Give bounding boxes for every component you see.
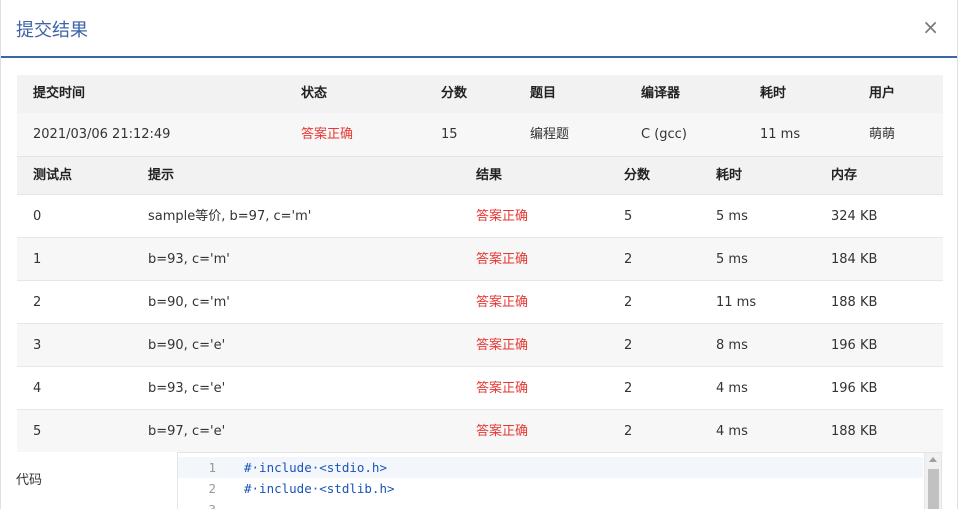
submission-problem: 编程题 [530, 127, 570, 142]
testcase-score: 5 [624, 209, 633, 224]
testcase-duration: 4 ms [716, 381, 748, 396]
testcase-id: 0 [33, 209, 42, 224]
line-number: 2 [208, 481, 216, 496]
testcase-header-memory: 内存 [831, 168, 858, 183]
testcase-memory: 196 KB [831, 338, 878, 353]
table-row: 0 sample等价, b=97, c='m' 答案正确 5 5 ms 324 … [17, 194, 943, 237]
results-table: 提交时间 状态 分数 题目 编译器 耗时 用户 2021/03/06 21:12… [17, 75, 943, 452]
table-row: 1 b=93, c='m' 答案正确 2 5 ms 184 KB [17, 237, 943, 280]
code-label: 代码 [16, 473, 43, 488]
code-line: 2 #·include·<stdlib.h> [178, 478, 923, 499]
modal-title: 提交结果 [16, 20, 88, 41]
testcase-score: 2 [624, 295, 633, 310]
testcase-id: 5 [33, 424, 42, 439]
close-icon[interactable]: × [922, 14, 939, 40]
testcase-header-result: 结果 [476, 168, 503, 183]
testcase-result: 答案正确 [476, 252, 529, 267]
testcase-hint: b=90, c='e' [148, 338, 226, 353]
testcase-duration: 4 ms [716, 424, 748, 439]
testcase-score: 2 [624, 381, 633, 396]
code-scrollbar[interactable] [924, 453, 941, 509]
code-line: 3 [178, 499, 923, 509]
summary-header-score: 分数 [441, 86, 468, 101]
table-row: 5 b=97, c='e' 答案正确 2 4 ms 188 KB [17, 409, 943, 452]
submission-status: 答案正确 [301, 127, 354, 142]
submission-duration: 11 ms [760, 127, 801, 142]
testcase-id: 2 [33, 295, 42, 310]
code-text: #·include·<stdio.h> [244, 460, 387, 475]
testcase-memory: 188 KB [831, 424, 878, 439]
submission-result-modal: 提交结果 × 提交时间 状态 分数 题目 编译器 耗时 用户 2021/03/0… [0, 0, 958, 509]
table-row: 4 b=93, c='e' 答案正确 2 4 ms 196 KB [17, 366, 943, 409]
testcase-header-duration: 耗时 [716, 168, 743, 183]
code-editor[interactable]: 1 #·include·<stdio.h> 2 #·include·<stdli… [177, 452, 942, 509]
line-number: 1 [208, 460, 216, 475]
testcase-score: 2 [624, 338, 633, 353]
testcase-score: 2 [624, 252, 633, 267]
testcase-header-hint: 提示 [148, 168, 175, 183]
testcase-id: 4 [33, 381, 42, 396]
testcase-result: 答案正确 [476, 338, 529, 353]
testcase-hint: b=90, c='m' [148, 295, 230, 310]
scrollbar-thumb[interactable] [928, 469, 939, 509]
testcase-header-row: 测试点 提示 结果 分数 耗时 内存 [17, 156, 943, 194]
table-row: 3 b=90, c='e' 答案正确 2 8 ms 196 KB [17, 323, 943, 366]
testcase-memory: 324 KB [831, 209, 878, 224]
code-text: #·include·<stdlib.h> [244, 481, 395, 496]
testcase-id: 3 [33, 338, 42, 353]
summary-header-duration: 耗时 [760, 86, 787, 101]
code-line: 1 #·include·<stdio.h> [178, 457, 923, 478]
summary-header-compiler: 编译器 [641, 86, 681, 101]
testcase-duration: 8 ms [716, 338, 748, 353]
summary-header-row: 提交时间 状态 分数 题目 编译器 耗时 用户 [17, 75, 943, 113]
summary-header-problem: 题目 [530, 86, 557, 101]
line-number: 3 [178, 499, 216, 509]
testcase-memory: 188 KB [831, 295, 878, 310]
testcase-duration: 11 ms [716, 295, 757, 310]
testcase-hint: sample等价, b=97, c='m' [148, 209, 312, 224]
testcase-hint: b=93, c='m' [148, 252, 230, 267]
summary-header-user: 用户 [869, 86, 896, 101]
testcase-memory: 196 KB [831, 381, 878, 396]
table-row: 2 b=90, c='m' 答案正确 2 11 ms 188 KB [17, 280, 943, 323]
scroll-up-arrow-icon[interactable] [929, 457, 937, 462]
testcase-duration: 5 ms [716, 252, 748, 267]
summary-header-time: 提交时间 [33, 86, 86, 101]
testcase-result: 答案正确 [476, 209, 529, 224]
submission-score: 15 [441, 127, 458, 142]
testcase-hint: b=97, c='e' [148, 424, 226, 439]
submission-compiler: C (gcc) [641, 127, 687, 142]
summary-row: 2021/03/06 21:12:49 答案正确 15 编程题 C (gcc) … [17, 113, 943, 156]
testcase-hint: b=93, c='e' [148, 381, 226, 396]
testcase-header-id: 测试点 [33, 168, 73, 183]
testcase-result: 答案正确 [476, 295, 529, 310]
testcase-memory: 184 KB [831, 252, 878, 267]
submission-time: 2021/03/06 21:12:49 [33, 127, 171, 142]
testcase-result: 答案正确 [476, 424, 529, 439]
summary-header-status: 状态 [301, 86, 328, 101]
testcase-duration: 5 ms [716, 209, 748, 224]
submission-user: 萌萌 [869, 127, 896, 142]
testcase-score: 2 [624, 424, 633, 439]
testcase-header-score: 分数 [624, 168, 651, 183]
testcase-id: 1 [33, 252, 42, 267]
testcase-result: 答案正确 [476, 381, 529, 396]
modal-header: 提交结果 × [1, 0, 957, 58]
